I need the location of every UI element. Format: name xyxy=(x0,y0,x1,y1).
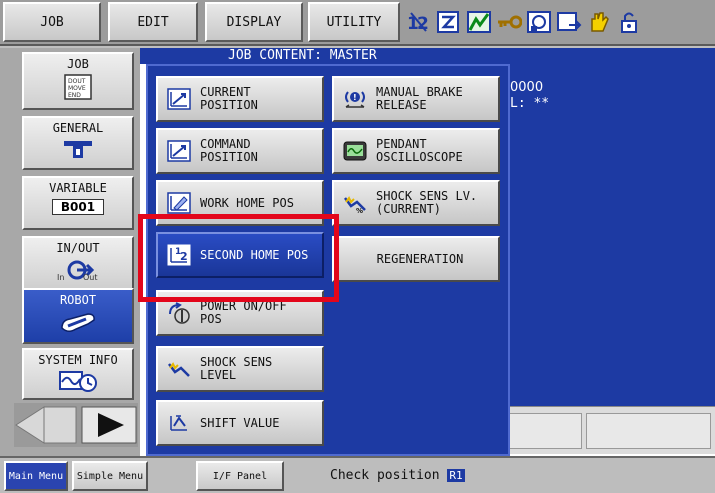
oscilloscope-icon xyxy=(342,139,368,163)
robot-r1-badge: R1 xyxy=(447,469,465,482)
status-message-text: Check position xyxy=(330,468,440,483)
job-icon-line1: DOUT xyxy=(68,78,86,85)
job-icon-line2: MOVE xyxy=(68,85,86,92)
main-menu-general-label: GENERAL xyxy=(52,121,104,135)
pendant-oscilloscope-label: PENDANT OSCILLOSCOPE xyxy=(376,137,463,164)
main-menu-system-info[interactable]: SYSTEM INFO xyxy=(22,348,134,400)
main-menu-variable[interactable]: VARIABLE B001 xyxy=(22,176,134,230)
main-menu-inout[interactable]: IN/OUT In Out xyxy=(22,236,134,290)
svg-text:%: % xyxy=(356,207,363,214)
simple-menu-tab[interactable]: Simple Menu xyxy=(72,461,148,491)
shift-value-label: SHIFT VALUE xyxy=(200,415,280,430)
shock-sens-level-button[interactable]: SHOCK SENS LEVEL xyxy=(156,346,324,392)
inout-out-text: Out xyxy=(83,273,98,282)
command-position-icon xyxy=(166,139,192,163)
highlight-box xyxy=(138,214,339,302)
job-line-number: 0000 xyxy=(510,80,544,95)
status-message: Check position R1 xyxy=(330,468,465,483)
job-input-cell[interactable] xyxy=(586,413,711,449)
inout-plug-icon: In Out xyxy=(56,258,100,285)
current-position-label: CURRENT POSITION xyxy=(200,85,258,112)
job-line-status: L: ** xyxy=(510,96,550,111)
security-icon xyxy=(615,8,643,36)
job-input-area xyxy=(502,406,715,454)
main-menu-general[interactable]: GENERAL xyxy=(22,116,134,170)
shock-sens-lv-current-label: SHOCK SENS LV. (CURRENT) xyxy=(376,189,478,216)
power-onoff-icon xyxy=(166,301,192,325)
brake-release-icon: ! xyxy=(342,87,368,111)
status-icons: 12 xyxy=(405,4,715,40)
command-position-label: COMMAND POSITION xyxy=(200,137,258,164)
system-info-monitor-icon xyxy=(58,370,98,395)
inout-in-text: In xyxy=(57,273,64,282)
shock-sens-current-icon: % xyxy=(342,191,368,215)
power-onoff-pos-label: POWER ON/OFF POS xyxy=(200,299,287,326)
robot-arm-icon xyxy=(58,310,98,339)
current-position-icon xyxy=(166,87,192,111)
key-icon xyxy=(495,8,523,36)
shift-value-button[interactable]: SHIFT VALUE xyxy=(156,400,324,446)
next-page-button[interactable] xyxy=(81,406,137,444)
job-content-area xyxy=(502,64,715,406)
main-menu-job[interactable]: JOB DOUT MOVE END xyxy=(22,52,134,110)
mode-12-icon: 12 xyxy=(405,8,433,36)
bottom-bar: Main Menu Simple Menu I/F Panel Check po… xyxy=(0,456,715,493)
main-menu-variable-label: VARIABLE xyxy=(49,181,107,195)
job-input-cell[interactable] xyxy=(506,413,582,449)
work-home-pos-label: WORK HOME POS xyxy=(200,195,294,210)
chart-icon xyxy=(465,8,493,36)
general-tool-icon xyxy=(61,138,95,163)
variable-value-badge: B001 xyxy=(51,199,105,215)
svg-text:2: 2 xyxy=(417,14,429,34)
regeneration-button[interactable]: REGENERATION xyxy=(332,236,500,282)
shock-sens-level-label: SHOCK SENS LEVEL xyxy=(200,355,273,382)
work-home-icon xyxy=(166,191,192,215)
io-icon xyxy=(525,8,553,36)
main-menu-robot-label: ROBOT xyxy=(59,293,97,307)
manual-brake-release-button[interactable]: ! MANUAL BRAKE RELEASE xyxy=(332,76,500,122)
svg-text:!: ! xyxy=(353,93,357,102)
pendant-oscilloscope-button[interactable]: PENDANT OSCILLOSCOPE xyxy=(332,128,500,174)
job-icon-line3: END xyxy=(68,92,81,99)
job-menu-button[interactable]: JOB xyxy=(3,2,101,42)
display-menu-button[interactable]: DISPLAY xyxy=(205,2,303,42)
hand-icon xyxy=(585,8,613,36)
regeneration-label: REGENERATION xyxy=(376,251,464,266)
top-menu-bar: JOB EDIT DISPLAY UTILITY 12 xyxy=(0,0,715,46)
main-menu-column: JOB DOUT MOVE END GENERAL VARIABLE B001 IN… xyxy=(0,48,140,456)
main-menu-inout-label: IN/OUT xyxy=(56,241,100,255)
shock-sens-lv-current-button[interactable]: % SHOCK SENS LV. (CURRENT) xyxy=(332,180,500,226)
command-position-button[interactable]: COMMAND POSITION xyxy=(156,128,324,174)
main-menu-system-info-label: SYSTEM INFO xyxy=(38,353,118,367)
job-content-title: JOB CONTENT: MASTER xyxy=(140,48,715,64)
teach-icon xyxy=(435,8,463,36)
job-document-icon: DOUT MOVE END xyxy=(63,74,93,103)
screen-arrow-icon xyxy=(555,8,583,36)
main-menu-robot[interactable]: ROBOT xyxy=(22,288,134,344)
manual-brake-release-label: MANUAL BRAKE RELEASE xyxy=(376,85,463,112)
main-menu-tab[interactable]: Main Menu xyxy=(4,461,68,491)
shock-sens-icon xyxy=(166,357,192,381)
shift-value-icon xyxy=(166,411,192,435)
edit-menu-button[interactable]: EDIT xyxy=(108,2,198,42)
main-menu-job-label: JOB xyxy=(67,57,89,71)
if-panel-tab[interactable]: I/F Panel xyxy=(196,461,284,491)
current-position-button[interactable]: CURRENT POSITION xyxy=(156,76,324,122)
page-nav xyxy=(14,403,138,447)
utility-menu-button[interactable]: UTILITY xyxy=(308,2,400,42)
